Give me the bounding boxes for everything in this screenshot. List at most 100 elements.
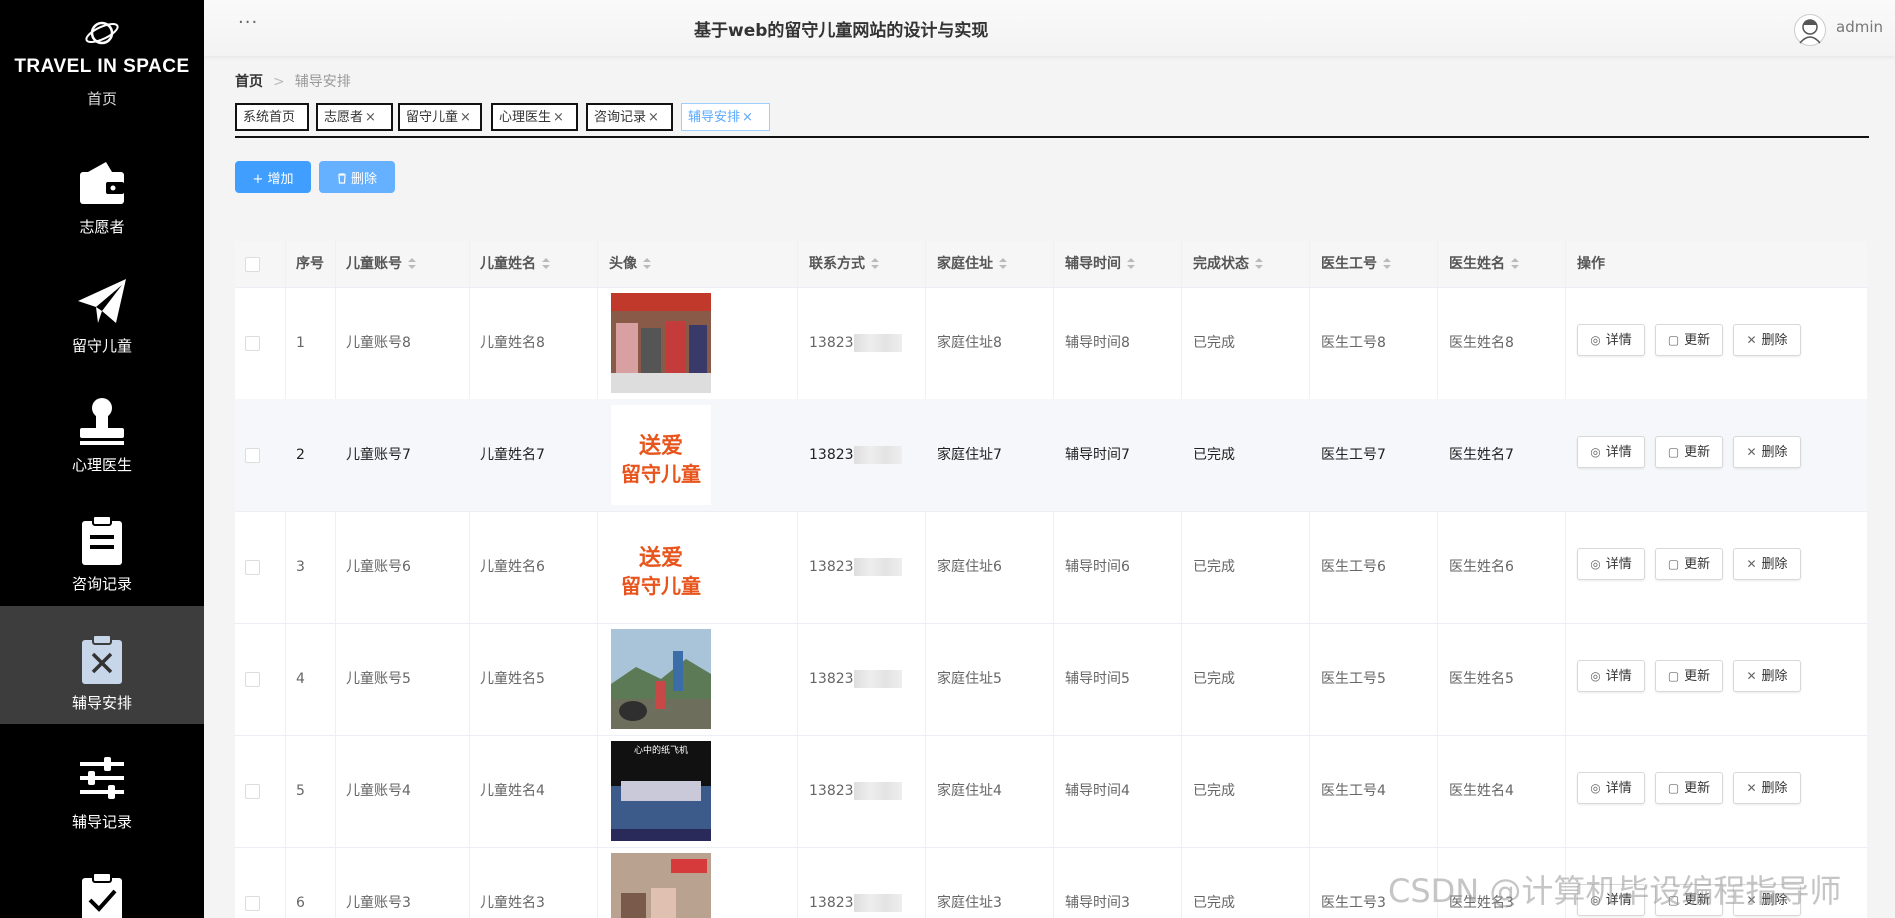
edit-icon: ▢ <box>1667 669 1680 683</box>
close-icon[interactable]: × <box>648 110 659 125</box>
sort-icon[interactable] <box>643 258 651 270</box>
sort-icon[interactable] <box>408 258 416 270</box>
col-account[interactable]: 儿童账号 <box>346 241 416 287</box>
tab-children[interactable]: 留守儿童 × <box>398 103 482 131</box>
cell-name: 儿童姓名6 <box>480 559 545 575</box>
update-button[interactable]: ▢ 更新 <box>1655 660 1723 692</box>
col-doctor-id[interactable]: 医生工号 <box>1321 241 1391 287</box>
avatar-photo-classroom[interactable] <box>611 853 711 918</box>
sort-icon[interactable] <box>999 258 1007 270</box>
tab-schedule[interactable]: 辅导安排 × <box>681 103 770 131</box>
sort-icon[interactable] <box>1383 258 1391 270</box>
delete-button[interactable]: 删除 <box>319 161 395 193</box>
row-checkbox[interactable] <box>245 896 260 911</box>
edit-icon: ▢ <box>1667 781 1680 795</box>
table-row[interactable]: 2 儿童账号7 儿童姓名7 送爱 留守儿童 13823 家庭住址7 辅导时间7 已… <box>235 399 1867 512</box>
col-phone[interactable]: 联系方式 <box>809 241 879 287</box>
cell-phone: 13823 <box>809 847 902 918</box>
detail-button[interactable]: ◎ 详情 <box>1577 660 1645 692</box>
detail-button[interactable]: ◎ 详情 <box>1577 436 1645 468</box>
col-label: 儿童账号 <box>346 256 402 272</box>
cell-account: 儿童账号7 <box>346 447 411 463</box>
col-doctor-name[interactable]: 医生姓名 <box>1449 241 1519 287</box>
table-row[interactable]: 5 儿童账号4 儿童姓名4 心中的纸飞机 13823 家庭住址4 辅导时间4 已… <box>235 735 1867 848</box>
avatar-poster[interactable]: 送爱 留守儿童 <box>611 405 711 505</box>
sort-icon[interactable] <box>1255 258 1263 270</box>
col-time[interactable]: 辅导时间 <box>1065 241 1135 287</box>
update-button[interactable]: ▢ 更新 <box>1655 324 1723 356</box>
delete-label: 删除 <box>1761 445 1788 460</box>
phone-text: 13823 <box>809 783 854 799</box>
sidebar-item-more[interactable] <box>0 844 204 918</box>
table-row[interactable]: 1 儿童账号8 儿童姓名8 13823 家庭住址8 辅导时间8 已完成 医生工号… <box>235 287 1867 400</box>
phone-text: 13823 <box>809 895 854 911</box>
detail-label: 详情 <box>1605 333 1632 348</box>
sidebar-item-records[interactable]: 辅导记录 <box>0 725 204 843</box>
update-button[interactable]: ▢ 更新 <box>1655 436 1723 468</box>
row-checkbox[interactable] <box>245 784 260 799</box>
detail-button[interactable]: ◎ 详情 <box>1577 548 1645 580</box>
cell-phone: 13823 <box>809 399 902 511</box>
cell-time: 辅导时间5 <box>1065 671 1130 687</box>
row-delete-button[interactable]: ✕ 删除 <box>1733 436 1801 468</box>
row-checkbox[interactable] <box>245 672 260 687</box>
close-icon[interactable]: × <box>742 110 753 125</box>
row-delete-button[interactable]: ✕ 删除 <box>1733 772 1801 804</box>
sidebar-item-schedule[interactable]: 辅导安排 <box>0 606 204 724</box>
sort-icon[interactable] <box>542 258 550 270</box>
row-checkbox[interactable] <box>245 560 260 575</box>
avatar-poster[interactable]: 送爱 留守儿童 <box>611 517 711 617</box>
sidebar-item-consultation[interactable]: 咨询记录 <box>0 487 204 605</box>
cell-index: 1 <box>296 335 305 351</box>
row-delete-button[interactable]: ✕ 删除 <box>1733 548 1801 580</box>
close-icon[interactable]: × <box>365 110 376 125</box>
detail-button[interactable]: ◎ 详情 <box>1577 324 1645 356</box>
cell-phone: 13823 <box>809 287 902 399</box>
row-checkbox[interactable] <box>245 336 260 351</box>
table-row[interactable]: 3 儿童账号6 儿童姓名6 送爱 留守儿童 13823 家庭住址6 辅导时间6 已… <box>235 511 1867 624</box>
menu-toggle-icon[interactable]: ··· <box>238 12 258 33</box>
sidebar-item-children[interactable]: 留守儿童 <box>0 249 204 367</box>
row-checkbox[interactable] <box>245 448 260 463</box>
table-row[interactable]: 4 儿童账号5 儿童姓名5 13823 家庭住址5 辅导时间5 已完成 医生工号… <box>235 623 1867 736</box>
row-delete-button[interactable]: ✕ 删除 <box>1733 660 1801 692</box>
close-icon[interactable]: × <box>553 110 564 125</box>
detail-button[interactable]: ◎ 详情 <box>1577 772 1645 804</box>
update-button[interactable]: ▢ 更新 <box>1655 772 1723 804</box>
col-status[interactable]: 完成状态 <box>1193 241 1263 287</box>
delete-label: 删除 <box>1761 781 1788 796</box>
delete-label: 删除 <box>1761 333 1788 348</box>
avatar-photo-outdoor[interactable] <box>611 629 711 729</box>
sort-icon[interactable] <box>871 258 879 270</box>
cell-status: 已完成 <box>1193 335 1235 351</box>
col-address[interactable]: 家庭住址 <box>937 241 1007 287</box>
tab-consultation[interactable]: 咨询记录 × <box>586 103 673 131</box>
avatar[interactable] <box>1794 14 1826 46</box>
add-button[interactable]: + 增加 <box>235 161 311 193</box>
sort-icon[interactable] <box>1127 258 1135 270</box>
col-avatar[interactable]: 头像 <box>609 241 651 287</box>
cell-address: 家庭住址4 <box>937 783 1002 799</box>
col-name[interactable]: 儿童姓名 <box>480 241 550 287</box>
eye-icon: ◎ <box>1590 445 1601 459</box>
avatar-photo-reading[interactable] <box>611 293 711 393</box>
tab-label: 心理医生 <box>499 110 552 125</box>
username[interactable]: admin <box>1836 18 1883 36</box>
avatar-photo-stage[interactable]: 心中的纸飞机 <box>611 741 711 841</box>
sidebar-item-home-label[interactable]: 首页 <box>0 88 204 106</box>
tab-volunteer[interactable]: 志愿者 × <box>316 103 393 131</box>
select-all-checkbox[interactable] <box>245 257 260 272</box>
breadcrumb-home[interactable]: 首页 <box>235 74 263 90</box>
close-icon[interactable]: × <box>460 110 471 125</box>
delete-button-label: 删除 <box>350 171 377 187</box>
edit-icon: ▢ <box>1667 333 1680 347</box>
cell-doctor-id: 医生工号3 <box>1321 895 1386 911</box>
sidebar-item-doctor[interactable]: 心理医生 <box>0 368 204 486</box>
tab-system-home[interactable]: 系统首页 <box>235 103 309 131</box>
cell-index: 2 <box>296 447 305 463</box>
sort-icon[interactable] <box>1511 258 1519 270</box>
row-delete-button[interactable]: ✕ 删除 <box>1733 324 1801 356</box>
tab-doctor[interactable]: 心理医生 × <box>491 103 578 131</box>
update-button[interactable]: ▢ 更新 <box>1655 548 1723 580</box>
sidebar-item-volunteer[interactable]: 志愿者 <box>0 130 204 248</box>
